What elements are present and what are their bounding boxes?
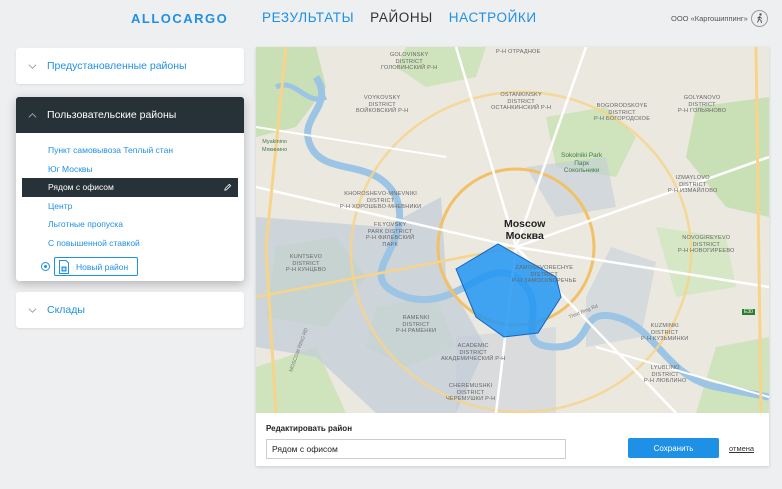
new-district-button[interactable]: Новый район [54, 257, 138, 276]
custom-districts-panel: Пользовательские районы Пункт самовывоза… [16, 97, 244, 281]
app-logo[interactable]: ALLOCARGO [131, 11, 228, 26]
custom-districts-header[interactable]: Пользовательские районы [16, 97, 244, 133]
map-card: Moscow Москва GOLOVINSKY DISTRICT ГОЛОВИНС… [256, 47, 769, 466]
chevron-down-icon [28, 307, 37, 313]
map-label: Р-Н ОТРАДНОЕ [496, 49, 541, 55]
list-item[interactable]: С повышенной ставкой [22, 234, 238, 253]
map-label: OSTANKINSKY DISTRICT ОСТАНКИНСКИЙ Р-Н [491, 92, 552, 111]
park-label: Myakinino Мякинино [262, 139, 288, 153]
radio-icon[interactable] [41, 262, 50, 271]
list-item[interactable]: Центр [22, 197, 238, 216]
custom-districts-list: Пункт самовывоза Теплый стан Юг Москвы Р… [16, 133, 244, 280]
company-name[interactable]: ООО «Каргошиппинг» [671, 14, 748, 23]
map-label: RAMENKI DISTRICT Р-Н РАМЕНКИ [396, 315, 437, 334]
map-label: LYUBLINO DISTRICT Р-Н ЛЮБЛИНО [644, 365, 687, 384]
map-label: IZMAYLOVO DISTRICT Р-Н ИЗМАЙЛОВО [668, 175, 718, 194]
map-view[interactable]: Moscow Москва GOLOVINSKY DISTRICT ГОЛОВИНС… [256, 47, 769, 413]
warehouses-title: Склады [47, 304, 85, 316]
custom-districts-title: Пользовательские районы [47, 109, 177, 121]
warehouses-header[interactable]: Склады [16, 292, 244, 328]
map-label: KUNTSEVO DISTRICT Р-Н КУНЦЕВО [286, 254, 327, 273]
map-label: VOYKOVSKY DISTRICT ВОЙКОВСКИЙ Р-Н [356, 95, 409, 114]
map-label: GOLOVINSKY DISTRICT ГОЛОВИНСКИЙ Р-Н [381, 52, 438, 71]
list-item[interactable]: Пункт самовывоза Теплый стан [22, 141, 238, 160]
save-button[interactable]: Сохранить [628, 438, 719, 458]
list-item[interactable]: Юг Москвы [22, 160, 238, 179]
map-label: NOVOGIREYEVO DISTRICT Р-Н НОВОГИРЕЕВО [678, 235, 735, 254]
chevron-up-icon [28, 112, 37, 118]
nav-districts[interactable]: РАЙОНЫ [370, 10, 433, 25]
new-district-row: Новый район [22, 254, 238, 280]
preset-districts-panel: Предустановленные районы [16, 48, 244, 84]
main-nav: РЕЗУЛЬТАТЫ РАЙОНЫ НАСТРОЙКИ [262, 10, 537, 25]
warehouses-panel: Склады [16, 292, 244, 328]
list-item-selected[interactable]: Рядом с офисом [22, 178, 238, 197]
preset-districts-header[interactable]: Предустановленные районы [16, 48, 244, 84]
map-label: FILYOVSKY PARK DISTRICT Р-Н ФИЛЕВСКИЙ ПАРК [366, 222, 415, 248]
walking-person-icon[interactable] [751, 10, 768, 27]
map-label: BOGORODSKOYE DISTRICT Р-Н БОГОРОДСКОЕ [594, 103, 651, 122]
cancel-link[interactable]: отмена [729, 444, 754, 453]
city-label: Moscow Москва [504, 218, 546, 242]
map-label: ACADEMIC DISTRICT АКАДЕМИЧЕСКИЙ Р-Н [441, 343, 506, 362]
pencil-icon[interactable] [223, 183, 232, 192]
nav-results[interactable]: РЕЗУЛЬТАТЫ [262, 10, 354, 25]
edit-district-title: Редактировать район [266, 424, 353, 433]
document-add-icon [59, 259, 69, 274]
map-label: CHEREMUSHKI DISTRICT ЧЕРЕМУШКИ Р-Н [446, 383, 496, 402]
district-name-input[interactable] [266, 439, 566, 459]
map-label: GOLYANOVO DISTRICT Р-Н ГОЛЬЯНОВО [678, 95, 727, 114]
edit-district-bar: Редактировать район Сохранить отмена [256, 413, 769, 466]
nav-settings[interactable]: НАСТРОЙКИ [449, 10, 537, 25]
map-label: ZAMOSKVORECHYE DISTRICT Р-Н ЗАМОСКВОРЕЧЬЕ [512, 265, 577, 284]
chevron-down-icon [28, 63, 37, 69]
map-label: KHOROSHEVO-MNEVNIKI DISTRICT Р-Н ХОРОШЕВО-… [340, 191, 422, 210]
app-header: ALLOCARGO РЕЗУЛЬТАТЫ РАЙОНЫ НАСТРОЙКИ ОО… [0, 0, 782, 38]
road-label: E30 [742, 309, 755, 315]
list-item[interactable]: Льготные пропуска [22, 215, 238, 234]
park-label: Sokolniki Park Парк Сокольники [561, 152, 603, 174]
map-label: KUZMINKI DISTRICT Р-Н КУЗЬМИНКИ [641, 323, 689, 342]
preset-districts-title: Предустановленные районы [47, 60, 187, 72]
